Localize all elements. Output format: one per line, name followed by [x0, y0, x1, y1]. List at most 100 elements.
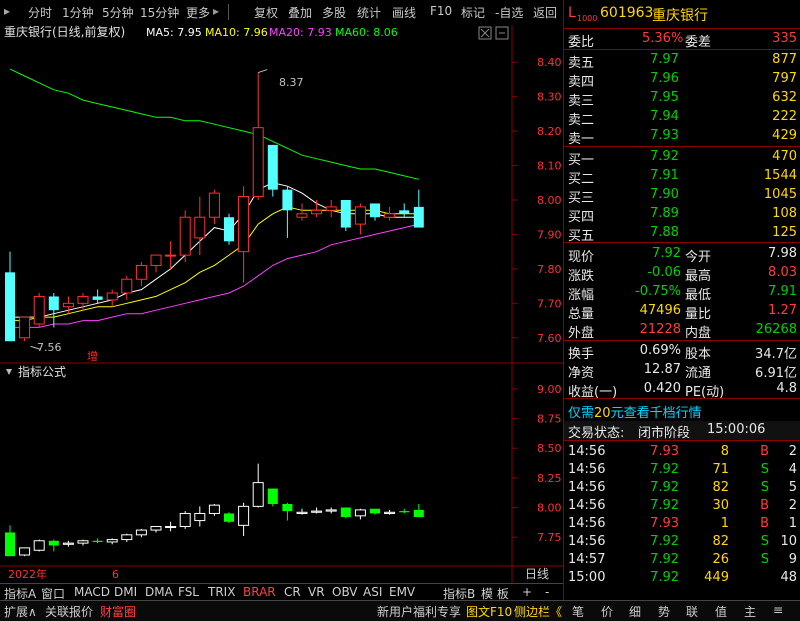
- toolbar-fuquan[interactable]: 复权: [254, 4, 278, 21]
- toolbar-more[interactable]: 更多: [186, 4, 210, 21]
- toolbar-watchlist[interactable]: -自选: [495, 4, 523, 21]
- tick-row: 14:57 7.92 26 S 9: [568, 552, 797, 567]
- tab-add-button[interactable]: +: [522, 585, 532, 599]
- tab-fsl[interactable]: FSL: [178, 585, 199, 599]
- fundamental-row: 换手 0.69% 股本 34.7亿: [568, 343, 797, 362]
- candle[interactable]: [179, 210, 191, 262]
- chart-area[interactable]: 重庆银行(日线,前复权) MA5: 7.95 MA10: 7.96 MA20: …: [0, 25, 563, 585]
- indicator-y-tick: 8.25: [537, 472, 562, 485]
- trend-icon[interactable]: 势: [658, 603, 670, 620]
- ma20-label: MA20: 7.93: [269, 26, 332, 39]
- ask-row[interactable]: 卖三 7.95 632: [564, 89, 800, 109]
- stock-code[interactable]: 601963: [600, 5, 653, 21]
- y-tick-label: 8.20: [537, 125, 562, 138]
- tab-macd[interactable]: MACD: [74, 585, 110, 599]
- ma10-label: MA10: 7.96: [205, 26, 268, 39]
- tab-cr[interactable]: CR: [284, 585, 301, 599]
- bid-row[interactable]: 买四 7.89 108: [564, 205, 800, 225]
- tab-dmi[interactable]: DMI: [114, 585, 137, 599]
- order-ratio-row: 委比 5.36% 委差 335: [568, 31, 797, 50]
- x-axis-year: 2022年: [8, 567, 47, 581]
- more-arrow-icon[interactable]: ▸: [213, 4, 219, 18]
- ask-row[interactable]: 卖二 7.94 222: [564, 108, 800, 128]
- detail-icon[interactable]: 细: [629, 603, 641, 620]
- candle[interactable]: [267, 144, 278, 197]
- tab-emv[interactable]: EMV: [389, 585, 415, 599]
- y-tick-label: 8.00: [537, 194, 562, 207]
- indicator-y-tick: 8.75: [537, 413, 562, 426]
- ask-row[interactable]: 卖五 7.97 877: [564, 51, 800, 71]
- value-icon[interactable]: 值: [715, 603, 727, 620]
- main-icon[interactable]: 主: [744, 603, 756, 620]
- stock-name[interactable]: 重庆银行: [652, 5, 708, 25]
- candle[interactable]: [340, 200, 351, 231]
- candle[interactable]: [33, 293, 45, 328]
- toolbar-mark[interactable]: 标记: [461, 4, 485, 21]
- ask-row[interactable]: 卖一 7.93 429: [564, 127, 800, 147]
- toolbar-f10[interactable]: F10: [430, 4, 452, 18]
- ask-row[interactable]: 卖四 7.96 797: [564, 70, 800, 90]
- toolbar-intraday[interactable]: 分时: [28, 4, 52, 21]
- y-tick-label: 7.90: [537, 228, 562, 241]
- chart-title: 重庆银行(日线,前复权): [4, 25, 125, 39]
- price-icon[interactable]: 价: [601, 603, 613, 620]
- tab-obv[interactable]: OBV: [332, 585, 358, 599]
- tab-dma[interactable]: DMA: [145, 585, 173, 599]
- toolbar-draw[interactable]: 画线: [392, 4, 416, 21]
- tick-row: 14:56 7.92 30 B 2: [568, 498, 797, 513]
- event-marker[interactable]: 增: [87, 349, 98, 363]
- bid-row[interactable]: 买一 7.92 470: [564, 148, 800, 168]
- indicator-y-tick: 7.75: [537, 531, 562, 544]
- wealth-circle-button[interactable]: 财富圈: [100, 603, 136, 620]
- promo-link[interactable]: 仅需20元查看千档行情: [564, 401, 800, 421]
- menu-icon[interactable]: ≡: [773, 603, 783, 617]
- indicator-y-tick: 9.00: [537, 383, 562, 396]
- indicator-title: 指标公式: [18, 364, 66, 379]
- stat-row: 涨跌 -0.06 最高 8.03: [568, 265, 797, 284]
- stat-row: 现价 7.92 今开 7.98: [568, 246, 797, 265]
- tab-vr[interactable]: VR: [308, 585, 325, 599]
- tab-brar[interactable]: BRAR: [243, 585, 276, 599]
- indicator-y-tick: 8.50: [537, 442, 562, 455]
- toolbar-arrow-icon[interactable]: ▸: [4, 4, 10, 18]
- indicator-tab-bar: 指标A 窗口 MACD DMI DMA FSL TRIX BRAR CR VR …: [0, 583, 563, 601]
- sidebar-toggle[interactable]: 侧边栏《: [514, 603, 562, 620]
- toolbar-stats[interactable]: 统计: [357, 4, 381, 21]
- tick-row: 14:56 7.93 8 B 2: [568, 444, 797, 459]
- expand-button[interactable]: 扩展∧: [4, 603, 37, 620]
- toolbar-5min[interactable]: 5分钟: [102, 4, 134, 21]
- tab-remove-button[interactable]: -: [545, 585, 549, 599]
- x-axis-month: 6: [112, 568, 119, 581]
- bid-row[interactable]: 买三 7.90 1045: [564, 186, 800, 206]
- y-tick-label: 8.10: [537, 160, 562, 173]
- toolbar-15min[interactable]: 15分钟: [140, 4, 179, 21]
- fundamental-row: 净资 12.87 流通 6.91亿: [568, 362, 797, 381]
- y-tick-label: 7.70: [537, 297, 562, 310]
- candle[interactable]: [224, 213, 234, 245]
- f10-link[interactable]: 图文F10: [466, 603, 512, 620]
- trade-status-row: 交易状态: 闭市阶段 15:00:06: [564, 421, 800, 441]
- link-icon[interactable]: 联: [686, 603, 698, 620]
- stat-row: 外盘 21228 内盘 26268: [568, 322, 797, 341]
- toolbar-back[interactable]: 返回: [533, 4, 557, 21]
- tick-row: 15:00 7.92 449 48: [568, 570, 797, 585]
- ma5-label: MA5: 7.95: [146, 26, 202, 39]
- bid-row[interactable]: 买二 7.91 1544: [564, 167, 800, 187]
- bid-row[interactable]: 买五 7.88 125: [564, 224, 800, 244]
- related-quotes-button[interactable]: 关联报价: [45, 603, 93, 620]
- pen-icon[interactable]: 笔: [572, 603, 584, 620]
- period-label[interactable]: 日线: [525, 567, 549, 581]
- candle[interactable]: [19, 316, 31, 342]
- quote-panel: L 1000 601963 重庆银行 委比 5.36% 委差 335 卖五 7.9…: [563, 0, 800, 600]
- tab-trix[interactable]: TRIX: [208, 585, 235, 599]
- fundamental-row: 收益(一) 0.420 PE(动) 4.8: [568, 381, 797, 400]
- low-annotation: 7.56: [37, 341, 62, 354]
- tab-asi[interactable]: ASI: [363, 585, 382, 599]
- status-bar: 扩展∧ 关联报价 财富圈 新用户福利专享 图文F10 侧边栏《 笔 价 细 势 …: [0, 600, 800, 621]
- toolbar-multi[interactable]: 多股: [322, 4, 346, 21]
- tick-row: 14:56 7.92 82 S 5: [568, 480, 797, 495]
- toolbar-1min[interactable]: 1分钟: [62, 4, 94, 21]
- new-user-benefit-link[interactable]: 新用户福利专享: [377, 603, 461, 620]
- toolbar-overlay[interactable]: 叠加: [288, 4, 312, 21]
- indicator-bar: [33, 539, 45, 552]
